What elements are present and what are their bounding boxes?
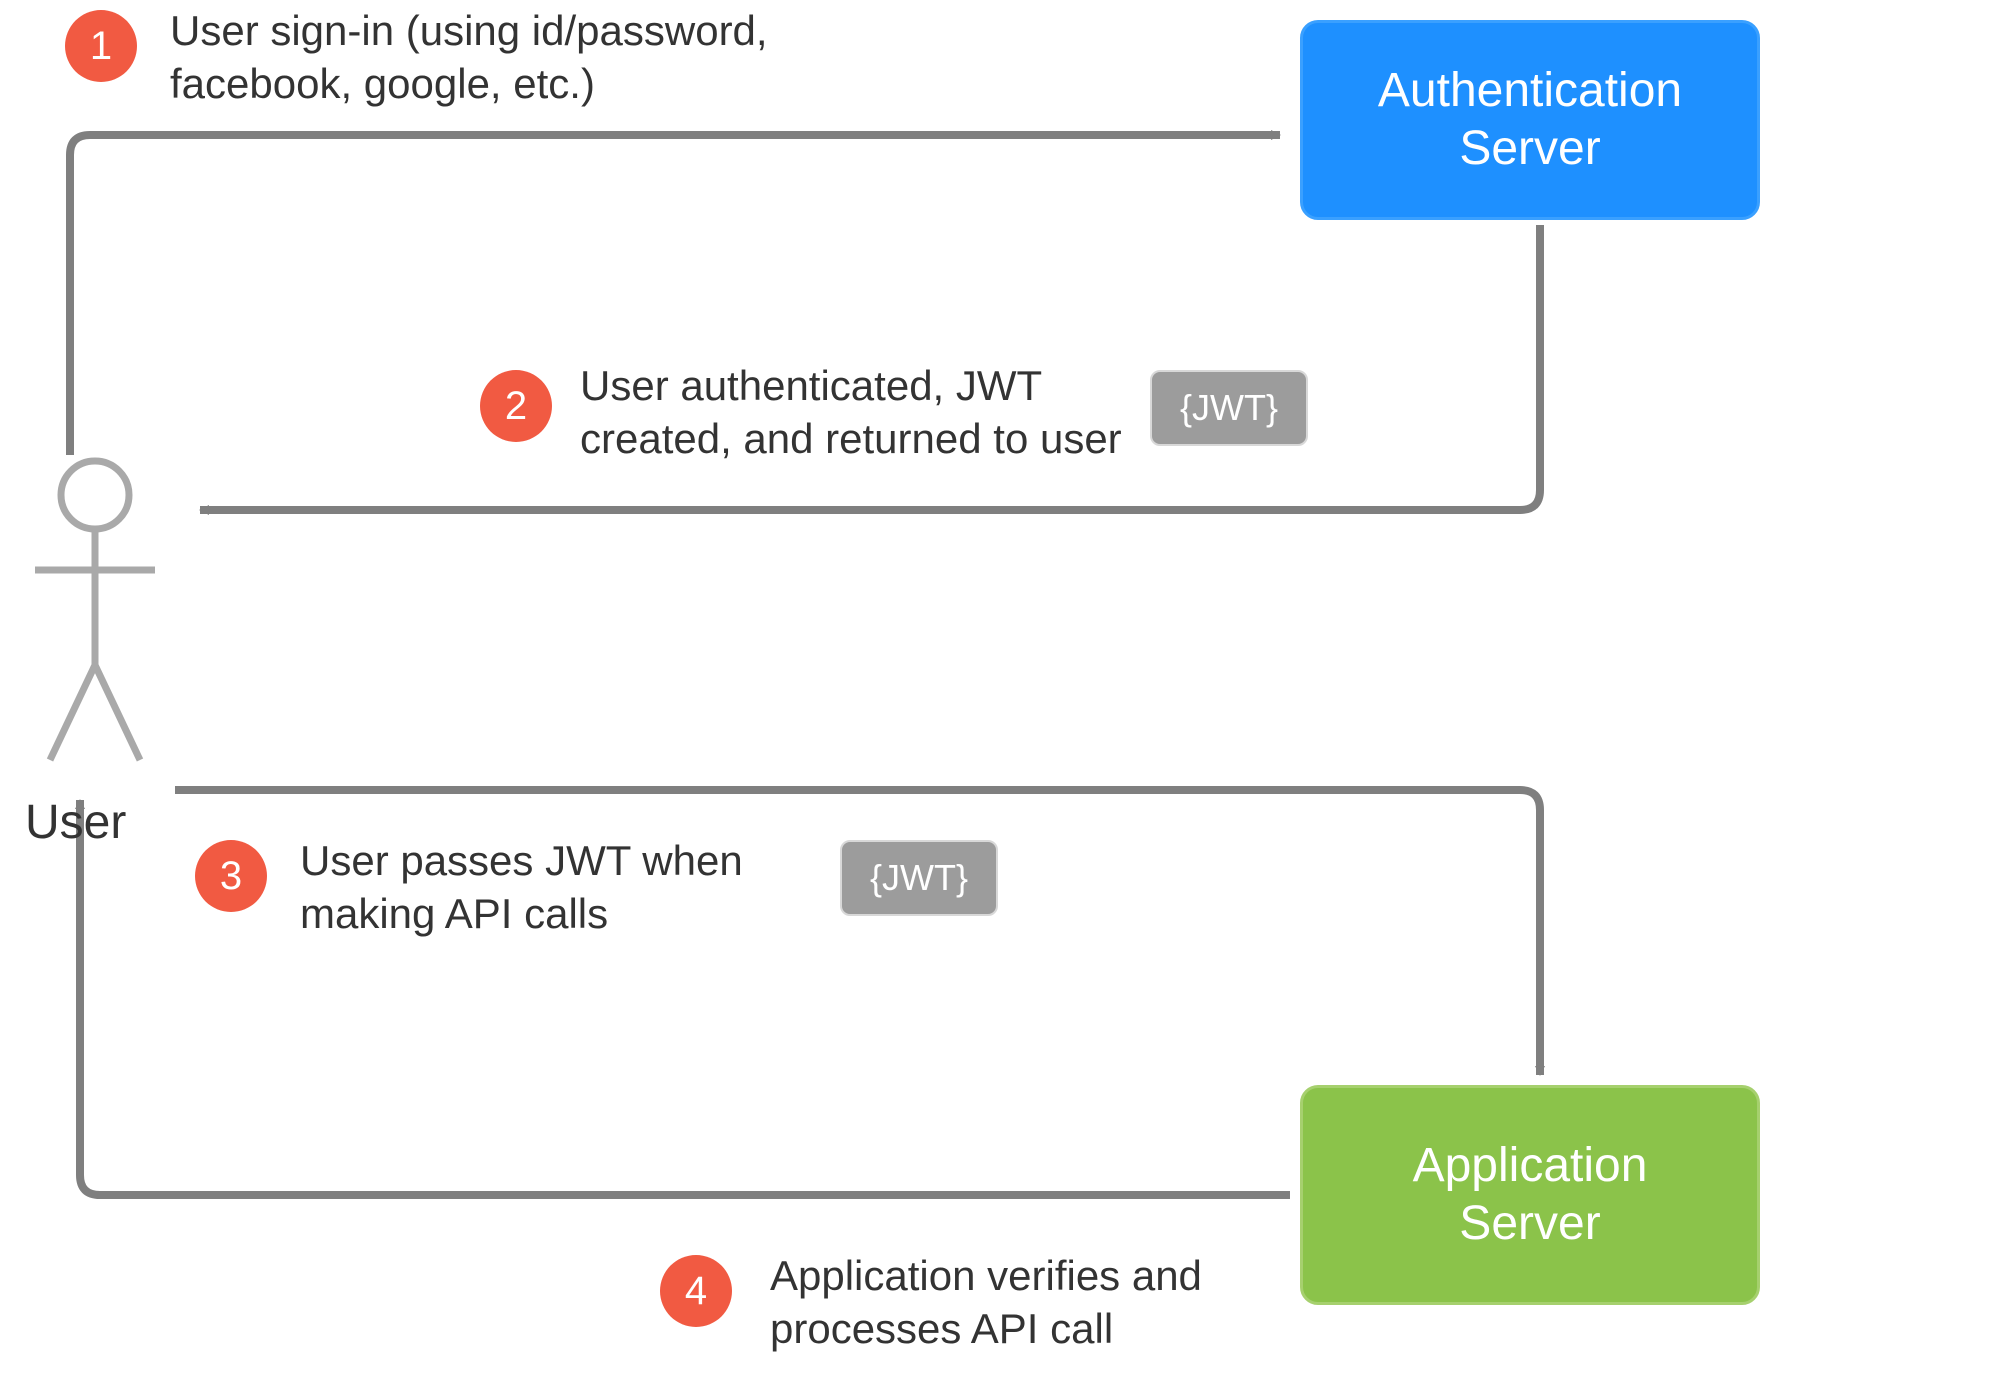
step-2-text: User authenticated, JWT created, and ret… <box>580 360 1122 465</box>
step-4-text: Application verifies and processes API c… <box>770 1250 1202 1355</box>
application-server-box: Application Server <box>1300 1085 1760 1305</box>
jwt-token-step-2: {JWT} <box>1150 370 1308 446</box>
user-icon <box>20 455 170 775</box>
step-4-badge: 4 <box>660 1255 732 1327</box>
step-3-text: User passes JWT when making API calls <box>300 835 743 940</box>
authentication-server-box: Authentication Server <box>1300 20 1760 220</box>
step-1-text: User sign-in (using id/password, faceboo… <box>170 5 768 110</box>
diagram-stage: User Authentication Server Application S… <box>0 0 2000 1375</box>
step-3-badge: 3 <box>195 840 267 912</box>
application-server-label: Application Server <box>1413 1137 1648 1252</box>
jwt-token-step-3: {JWT} <box>840 840 998 916</box>
authentication-server-label: Authentication Server <box>1378 62 1682 177</box>
step-2-badge: 2 <box>480 370 552 442</box>
step-1-badge: 1 <box>65 10 137 82</box>
user-label: User <box>25 795 126 850</box>
